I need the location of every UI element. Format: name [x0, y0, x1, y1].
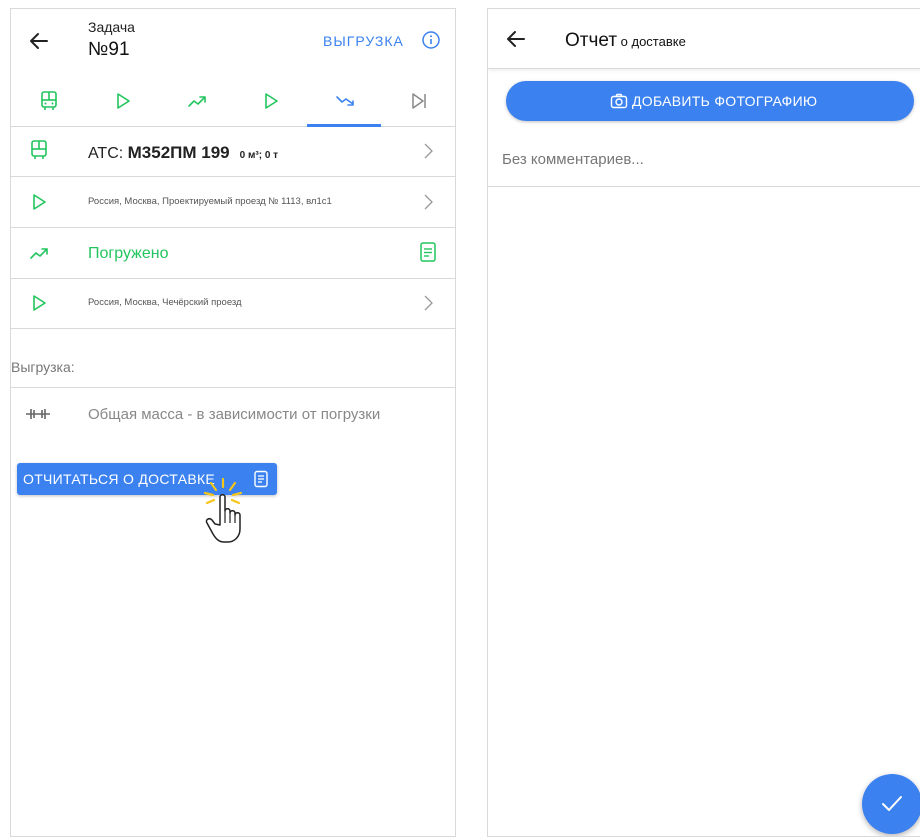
divider [488, 186, 920, 187]
vehicle-row[interactable]: АТС: М352ПМ 199 0 м³; 0 т [11, 127, 455, 177]
chevron-right-icon [421, 142, 435, 160]
loaded-status: Погружено [88, 245, 169, 262]
play-icon [117, 93, 130, 109]
arrow-left-icon [30, 33, 48, 49]
task-label: Задача [88, 19, 135, 35]
vehicle-info: АТС: М352ПМ 199 0 м³; 0 т [88, 143, 278, 163]
comment-field[interactable]: Без комментариев... [502, 151, 644, 168]
trend-up-icon [188, 96, 206, 107]
vehicle-capacity: 0 м³; 0 т [239, 150, 279, 161]
info-button[interactable] [421, 30, 441, 50]
task-screen: Задача №91 ВЫГРУЗКА АТС: М352ПМ 199 0 м³;… [10, 8, 456, 837]
info-icon [422, 31, 440, 49]
play-icon [27, 291, 51, 315]
chevron-right-icon [421, 294, 435, 312]
start-address-row[interactable]: Россия, Москва, Проектируемый проезд № 1… [11, 177, 455, 228]
loaded-row[interactable]: Погружено [11, 228, 455, 279]
bus-icon [27, 138, 51, 162]
check-icon [882, 796, 902, 811]
tab-unloading[interactable] [315, 77, 375, 127]
tab-loading[interactable] [167, 77, 227, 127]
camera-icon [610, 93, 628, 109]
tab-route-point[interactable] [241, 77, 301, 127]
confirm-button[interactable] [862, 774, 920, 834]
page-title: Отчет о доставке [565, 30, 686, 52]
play-icon [265, 93, 278, 109]
add-photo-button[interactable]: ДОБАВИТЬ ФОТОГРАФИЮ [506, 81, 914, 121]
delivery-report-screen: Отчет о доставке ДОБАВИТЬ ФОТОГРАФИЮ Без… [487, 8, 920, 837]
weight-icon [25, 407, 51, 421]
vehicle-prefix: АТС: [88, 145, 128, 162]
back-button[interactable] [27, 29, 51, 53]
document-icon[interactable] [419, 241, 437, 263]
tab-start-point[interactable] [93, 77, 153, 127]
report-header: Отчет о доставке [488, 9, 920, 69]
arrow-left-icon [507, 31, 525, 47]
document-icon [253, 470, 269, 488]
total-mass-text: Общая масса - в зависимости от погрузки [88, 406, 381, 423]
route-tabs [11, 77, 455, 127]
end-address: Россия, Москва, Чечёрский проезд [88, 297, 242, 308]
title-main: Отчет [565, 30, 618, 51]
bus-icon [41, 91, 57, 110]
unloading-section-label: Выгрузка: [11, 359, 75, 375]
trend-up-icon [27, 241, 51, 265]
tab-finish[interactable] [389, 77, 449, 127]
task-number: №91 [88, 39, 130, 60]
end-address-row[interactable]: Россия, Москва, Чечёрский проезд [11, 279, 455, 329]
start-address: Россия, Москва, Проектируемый проезд № 1… [88, 196, 332, 207]
vehicle-plate: М352ПМ 199 [127, 143, 230, 162]
title-sub: о доставке [617, 34, 686, 49]
add-photo-label: ДОБАВИТЬ ФОТОГРАФИЮ [632, 93, 818, 109]
skip-end-icon [412, 93, 426, 109]
report-delivery-label: ОТЧИТАТЬСЯ О ДОСТАВКЕ [23, 471, 216, 487]
hand-cursor-icon [193, 475, 253, 545]
divider [11, 387, 455, 388]
unload-link[interactable]: ВЫГРУЗКА [323, 33, 404, 49]
trend-down-icon [336, 96, 354, 106]
back-button[interactable] [504, 27, 528, 51]
chevron-right-icon [421, 193, 435, 211]
play-icon [27, 190, 51, 214]
tab-vehicle[interactable] [19, 77, 79, 127]
